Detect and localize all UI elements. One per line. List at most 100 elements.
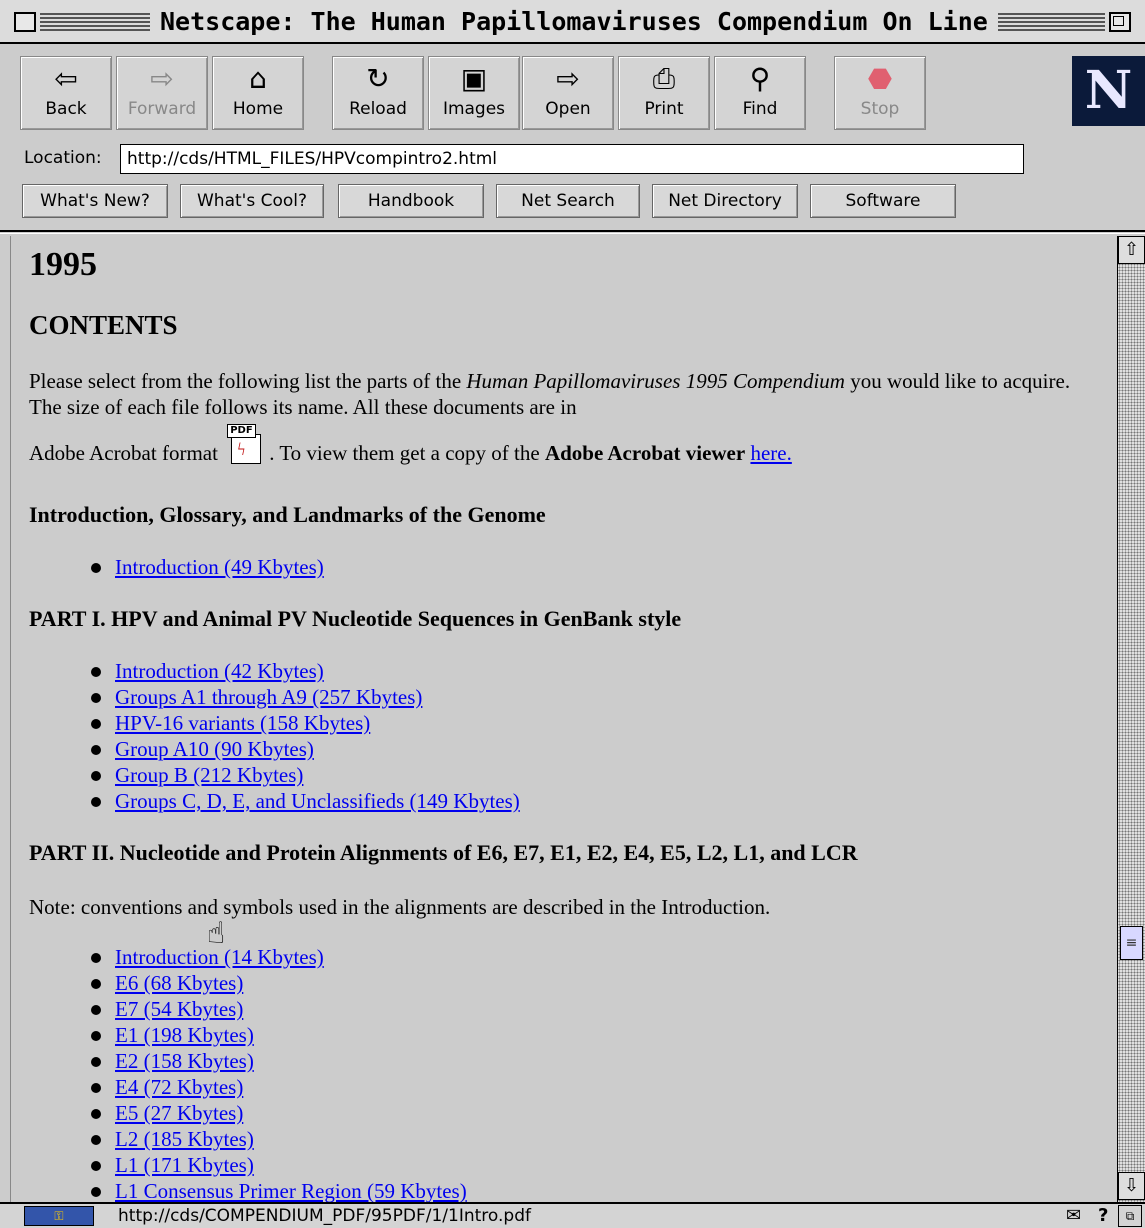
location-input[interactable]: http://cds/HTML_FILES/HPVcompintro2.html xyxy=(120,144,1024,174)
net-search-button[interactable]: Net Search xyxy=(496,184,640,218)
link-part2-l2[interactable]: L2 (185 Kbytes) xyxy=(115,1127,254,1151)
find-icon: ⚲ xyxy=(749,62,771,95)
back-button[interactable]: ⇦ Back xyxy=(20,56,112,130)
link-part1-groups-a1-a9[interactable]: Groups A1 through A9 (257 Kbytes) xyxy=(115,685,422,709)
home-icon: ⌂ xyxy=(249,62,267,95)
compendium-title: Human Papillomaviruses 1995 Compendium xyxy=(466,369,845,393)
zoom-box[interactable] xyxy=(1109,12,1131,32)
link-part2-e1[interactable]: E1 (198 Kbytes) xyxy=(115,1023,254,1047)
window-title: Netscape: The Human Papillomaviruses Com… xyxy=(150,8,998,36)
back-label: Back xyxy=(45,99,87,119)
section-part1-heading: PART I. HPV and Animal PV Nucleotide Seq… xyxy=(29,606,682,631)
images-button[interactable]: ▣ Images xyxy=(428,56,520,130)
handbook-button[interactable]: Handbook xyxy=(338,184,484,218)
section-part2-list: Introduction (14 Kbytes) E6 (68 Kbytes) … xyxy=(85,944,467,1202)
link-part2-l1[interactable]: L1 (171 Kbytes) xyxy=(115,1153,254,1177)
browser-window: Netscape: The Human Papillomaviruses Com… xyxy=(0,0,1145,1228)
find-button[interactable]: ⚲ Find xyxy=(714,56,806,130)
mail-icon[interactable]: ✉ xyxy=(1066,1205,1081,1227)
location-label: Location: xyxy=(24,148,102,168)
open-icon: ⇨ xyxy=(556,62,580,95)
resize-grow-box[interactable]: ⧉ xyxy=(1118,1205,1142,1227)
stop-icon: ⬣ xyxy=(867,62,893,95)
link-part2-l1-consensus[interactable]: L1 Consensus Primer Region (59 Kbytes) xyxy=(115,1179,467,1202)
list-item: Group B (212 Kbytes) xyxy=(85,762,520,788)
net-directory-button[interactable]: Net Directory xyxy=(652,184,798,218)
acrobat-download-link[interactable]: here. xyxy=(750,441,791,465)
forward-button[interactable]: ⇨ Forward xyxy=(116,56,208,130)
forward-label: Forward xyxy=(127,99,197,119)
print-icon: ⎙ xyxy=(652,62,676,95)
list-item: Group A10 (90 Kbytes) xyxy=(85,736,520,762)
list-item: E6 (68 Kbytes) xyxy=(85,970,467,996)
scroll-down-arrow-icon[interactable]: ⇩ xyxy=(1118,1172,1145,1200)
link-part2-e2[interactable]: E2 (158 Kbytes) xyxy=(115,1049,254,1073)
list-item: E7 (54 Kbytes) xyxy=(85,996,467,1022)
list-item: Introduction (49 Kbytes) xyxy=(85,554,324,580)
section-intro-list: Introduction (49 Kbytes) xyxy=(85,554,324,580)
link-part2-e5[interactable]: E5 (27 Kbytes) xyxy=(115,1101,243,1125)
pdf-file-icon: PDF ϟ xyxy=(227,424,265,466)
list-item: L1 (171 Kbytes) xyxy=(85,1152,467,1178)
list-item: HPV-16 variants (158 Kbytes) xyxy=(85,710,520,736)
page-content: 1995 CONTENTS Please select from the fol… xyxy=(10,236,1116,1202)
directory-buttons: What's New? What's Cool? Handbook Net Se… xyxy=(0,184,1145,224)
stop-button[interactable]: ⬣ Stop xyxy=(834,56,926,130)
help-icon[interactable]: ? xyxy=(1098,1205,1108,1227)
list-item: L1 Consensus Primer Region (59 Kbytes) xyxy=(85,1178,467,1202)
section-part1-list: Introduction (42 Kbytes) Groups A1 throu… xyxy=(85,658,520,814)
reload-label: Reload xyxy=(349,99,407,119)
section-intro-heading: Introduction, Glossary, and Landmarks of… xyxy=(29,502,546,527)
close-box[interactable] xyxy=(14,12,36,32)
stop-label: Stop xyxy=(860,99,900,119)
link-part2-e6[interactable]: E6 (68 Kbytes) xyxy=(115,971,243,995)
find-label: Find xyxy=(742,99,778,119)
link-intro-glossary[interactable]: Introduction (49 Kbytes) xyxy=(115,555,324,579)
open-button[interactable]: ⇨ Open xyxy=(522,56,614,130)
acrobat-viewer-text: Adobe Acrobat viewer xyxy=(544,441,746,465)
whats-cool-button[interactable]: What's Cool? xyxy=(180,184,324,218)
whats-new-button[interactable]: What's New? xyxy=(22,184,168,218)
link-part1-introduction[interactable]: Introduction (42 Kbytes) xyxy=(115,659,324,683)
hand-cursor-icon: ☝ xyxy=(207,916,226,951)
list-item: E5 (27 Kbytes) xyxy=(85,1100,467,1126)
list-item: Introduction (14 Kbytes) xyxy=(85,944,467,970)
security-key-icon[interactable]: ⚿ xyxy=(24,1206,94,1226)
navigation-toolbar: ⇦ Back ⇨ Forward ⌂ Home ↻ Reload ▣ Image… xyxy=(0,44,1145,134)
list-item: E1 (198 Kbytes) xyxy=(85,1022,467,1048)
print-label: Print xyxy=(644,99,684,119)
netscape-logo[interactable]: N xyxy=(1072,56,1145,126)
list-item: L2 (185 Kbytes) xyxy=(85,1126,467,1152)
scroll-up-arrow-icon[interactable]: ⇧ xyxy=(1118,236,1145,264)
home-label: Home xyxy=(232,99,284,119)
software-button[interactable]: Software xyxy=(810,184,956,218)
list-item: Groups A1 through A9 (257 Kbytes) xyxy=(85,684,520,710)
reload-button[interactable]: ↻ Reload xyxy=(332,56,424,130)
contents-heading: CONTENTS xyxy=(29,310,178,340)
vertical-scrollbar[interactable]: ⇧ ≡ ⇩ xyxy=(1117,236,1145,1202)
link-part1-group-a10[interactable]: Group A10 (90 Kbytes) xyxy=(115,737,314,761)
page-year-heading: 1995 xyxy=(29,246,97,283)
link-part2-e4[interactable]: E4 (72 Kbytes) xyxy=(115,1075,243,1099)
link-part1-group-b[interactable]: Group B (212 Kbytes) xyxy=(115,763,303,787)
list-item: Groups C, D, E, and Unclassifieds (149 K… xyxy=(85,788,520,814)
home-button[interactable]: ⌂ Home xyxy=(212,56,304,130)
reload-icon: ↻ xyxy=(366,62,390,95)
acrobat-text-2: . To view them get a copy of the xyxy=(269,441,545,465)
section-part2-heading: PART II. Nucleotide and Protein Alignmen… xyxy=(29,840,858,865)
print-button[interactable]: ⎙ Print xyxy=(618,56,710,130)
intro-paragraph: Please select from the following list th… xyxy=(29,368,1089,420)
link-part1-hpv16-variants[interactable]: HPV-16 variants (158 Kbytes) xyxy=(115,711,370,735)
acrobat-text-1: Adobe Acrobat format xyxy=(29,441,224,465)
link-part1-groups-cde[interactable]: Groups C, D, E, and Unclassifieds (149 K… xyxy=(115,789,520,813)
list-item: Introduction (42 Kbytes) xyxy=(85,658,520,684)
pdf-icon-label: PDF xyxy=(227,424,256,438)
link-part2-e7[interactable]: E7 (54 Kbytes) xyxy=(115,997,243,1021)
location-bar: Location: http://cds/HTML_FILES/HPVcompi… xyxy=(0,140,1145,180)
title-bar[interactable]: Netscape: The Human Papillomaviruses Com… xyxy=(0,0,1145,44)
part2-note: Note: conventions and symbols used in th… xyxy=(29,895,771,919)
list-item: E2 (158 Kbytes) xyxy=(85,1048,467,1074)
images-icon: ▣ xyxy=(460,62,488,95)
intro-text-1: Please select from the following list th… xyxy=(29,369,467,393)
scroll-thumb[interactable]: ≡ xyxy=(1120,926,1143,960)
